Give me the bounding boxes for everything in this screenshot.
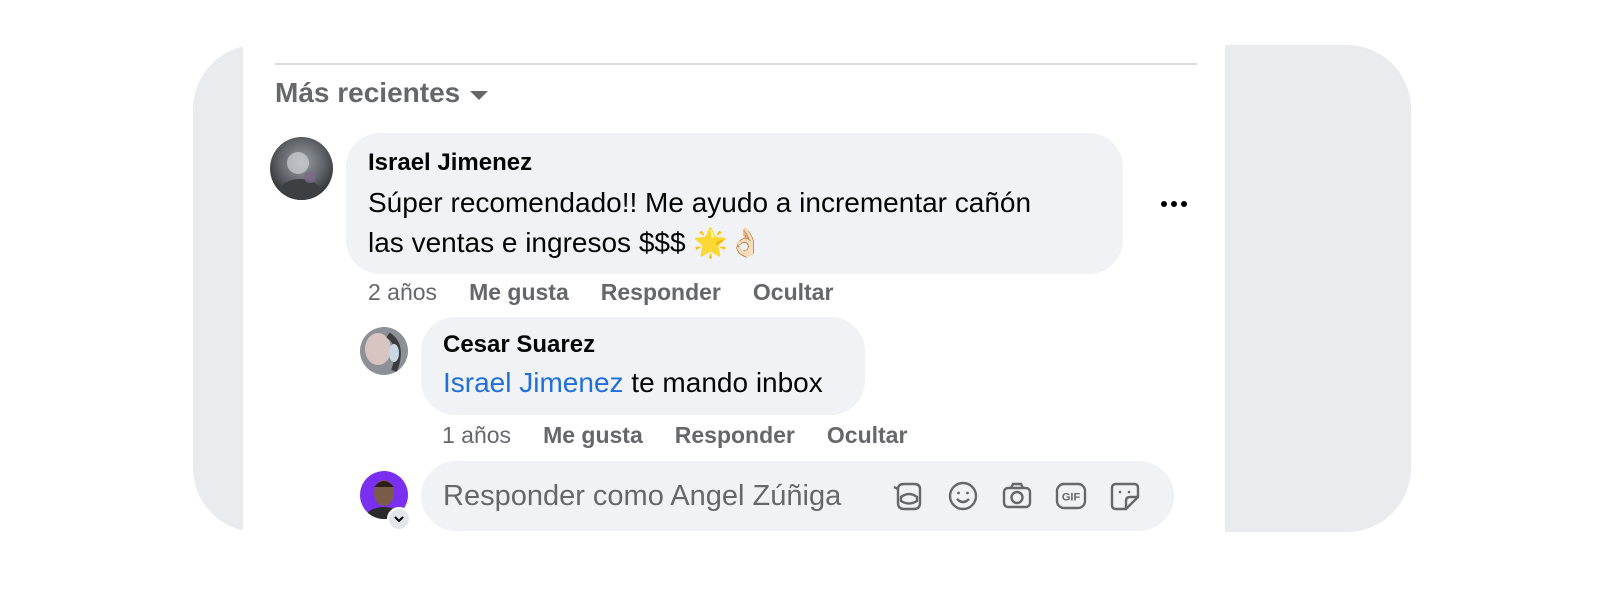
- reply-actions: 1 años Me gusta Responder Ocultar: [442, 422, 939, 449]
- reply-timestamp[interactable]: 1 años: [442, 422, 511, 449]
- emoji-icon[interactable]: [945, 478, 981, 514]
- dot: [1171, 201, 1177, 207]
- like-button[interactable]: Me gusta: [469, 279, 569, 306]
- like-button[interactable]: Me gusta: [543, 422, 643, 449]
- hide-button[interactable]: Ocultar: [753, 279, 834, 306]
- gif-label: GIF: [1062, 492, 1081, 504]
- comment-bubble: Israel Jimenez Súper recomendado!! Me ay…: [346, 133, 1123, 274]
- gif-icon[interactable]: GIF: [1053, 478, 1089, 514]
- comment-actions: 2 años Me gusta Responder Ocultar: [368, 279, 865, 306]
- comment-text-line: las ventas e ingresos $$$ 🌟👌🏻: [368, 227, 764, 258]
- reply-author[interactable]: Cesar Suarez: [443, 331, 843, 359]
- avatar[interactable]: [360, 327, 408, 375]
- mention-link[interactable]: Israel Jimenez: [443, 367, 624, 398]
- avatar-sticker-icon[interactable]: [891, 478, 927, 514]
- comments-panel: Más recientes Israel Jimenez Súper recom…: [243, 45, 1225, 532]
- comment-text-line: Súper recomendado!! Me ayudo a increment…: [368, 187, 1032, 218]
- chevron-down-icon[interactable]: [387, 507, 411, 531]
- dot: [1181, 201, 1187, 207]
- reply-text: Israel Jimenez te mando inbox: [443, 363, 843, 403]
- reply-button[interactable]: Responder: [675, 422, 795, 449]
- avatar[interactable]: [270, 137, 333, 200]
- divider: [275, 63, 1197, 65]
- hide-button[interactable]: Ocultar: [827, 422, 908, 449]
- reply-text-body: te mando inbox: [623, 367, 823, 398]
- avatar-image: [360, 327, 408, 375]
- reply-input[interactable]: [421, 461, 881, 531]
- reply-bubble: Cesar Suarez Israel Jimenez te mando inb…: [421, 317, 865, 415]
- avatar-image: [270, 137, 333, 200]
- sort-dropdown[interactable]: Más recientes: [275, 77, 489, 109]
- sticker-icon[interactable]: [1107, 478, 1143, 514]
- reply-button[interactable]: Responder: [601, 279, 721, 306]
- caret-down-icon: [470, 90, 489, 100]
- composer-tools: GIF: [891, 478, 1143, 514]
- camera-icon[interactable]: [999, 478, 1035, 514]
- reply-composer: GIF: [421, 461, 1174, 531]
- more-options-button[interactable]: [1155, 195, 1193, 213]
- dot: [1161, 201, 1167, 207]
- sort-label: Más recientes: [275, 77, 461, 108]
- comment-author[interactable]: Israel Jimenez: [368, 149, 1101, 177]
- comment-timestamp[interactable]: 2 años: [368, 279, 437, 306]
- comments-frame: Más recientes Israel Jimenez Súper recom…: [193, 45, 1411, 532]
